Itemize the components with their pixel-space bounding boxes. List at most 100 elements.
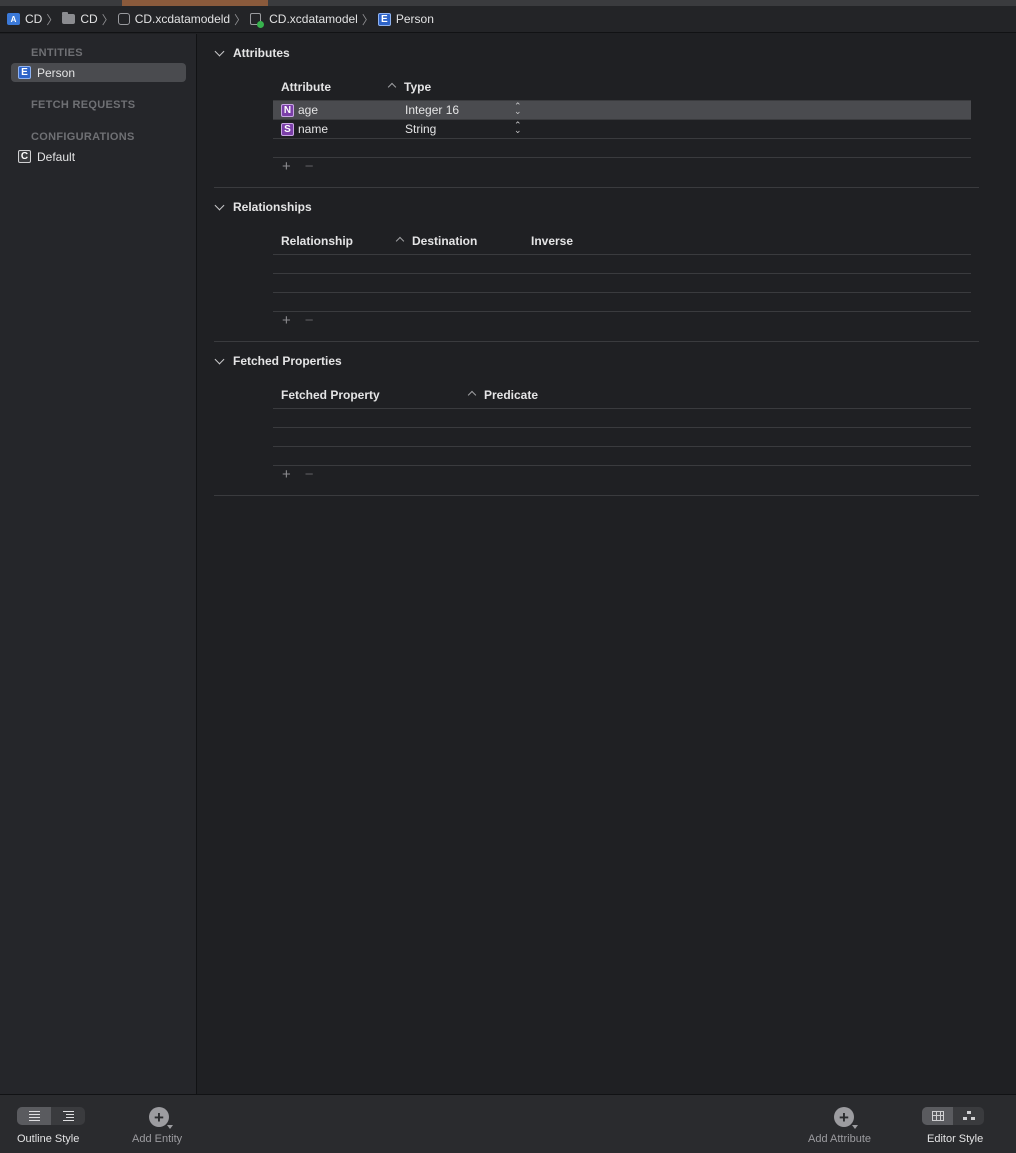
table-outline-style-button[interactable]: [17, 1107, 51, 1125]
breadcrumb-label: CD: [25, 12, 43, 26]
folder-icon: [62, 12, 76, 24]
attribute-type-popup[interactable]: String: [405, 122, 436, 136]
configurations-header: CONFIGURATIONS: [31, 131, 135, 143]
configuration-icon: C: [18, 150, 31, 163]
entity-editor: Attributes Attribute Type N age Integer …: [197, 34, 1016, 1094]
remove-fetched-property-button[interactable]: −: [305, 466, 314, 483]
plus-icon: +: [839, 1107, 849, 1127]
chevron-right-icon: 〉: [46, 12, 59, 27]
attributes-section-toggle[interactable]: Attributes: [214, 46, 290, 60]
fetch-requests-header: FETCH REQUESTS: [31, 99, 136, 111]
fetched-properties-section-toggle[interactable]: Fetched Properties: [214, 354, 342, 368]
chevron-down-icon: [214, 46, 225, 56]
plus-icon: +: [154, 1107, 164, 1127]
outline-style-segmented-control: [17, 1107, 85, 1125]
remove-attribute-button[interactable]: −: [305, 158, 314, 175]
add-fetched-property-button[interactable]: +: [282, 466, 291, 483]
relationships-table: Relationship Destination Inverse: [273, 226, 971, 312]
entity-icon: E: [18, 66, 31, 79]
attribute-type: Integer 16: [405, 103, 460, 117]
table-header: Relationship Destination Inverse: [273, 226, 971, 255]
string-type-icon: S: [281, 122, 294, 136]
sort-ascending-icon: [395, 236, 405, 246]
hierarchy-outline-style-button[interactable]: [51, 1107, 85, 1125]
sort-ascending-icon: [467, 390, 477, 400]
breadcrumb-label: CD.xcdatamodel: [269, 12, 358, 26]
number-type-icon: N: [281, 103, 294, 117]
column-header-predicate[interactable]: Predicate: [484, 388, 538, 402]
sidebar-item-person[interactable]: E Person: [11, 63, 186, 82]
list-icon: [28, 1111, 40, 1121]
popup-arrows-icon: ⌃ ⌄: [514, 120, 522, 135]
column-header-relationship[interactable]: Relationship: [281, 234, 353, 248]
attributes-table: Attribute Type N age Integer 16 ⌃ ⌄ S nam…: [273, 72, 971, 158]
table-row-empty: [273, 274, 971, 293]
fetched-properties-table: Fetched Property Predicate: [273, 380, 971, 466]
add-attribute-button[interactable]: +: [282, 158, 291, 175]
attribute-name: name: [298, 122, 329, 136]
column-header-type[interactable]: Type: [404, 80, 431, 94]
attribute-name-cell[interactable]: S name: [281, 122, 328, 136]
table-row[interactable]: S name String ⌃ ⌄: [273, 120, 971, 139]
hierarchy-list-icon: [62, 1111, 74, 1121]
remove-relationship-button[interactable]: −: [305, 312, 314, 329]
graph-editor-style-button[interactable]: [953, 1107, 984, 1125]
attribute-name-cell[interactable]: N age: [281, 103, 318, 117]
column-header-inverse[interactable]: Inverse: [531, 234, 573, 248]
add-entity-label: Add Entity: [132, 1133, 183, 1145]
table-row-empty: [273, 409, 971, 428]
entities-header: ENTITIES: [31, 47, 83, 59]
column-header-attribute[interactable]: Attribute: [281, 80, 331, 94]
column-header-destination[interactable]: Destination: [412, 234, 477, 248]
editor-style-label: Editor Style: [927, 1133, 984, 1145]
column-header-fetched-property[interactable]: Fetched Property: [281, 388, 380, 402]
editor-bottom-bar: Outline Style + Add Entity + Add Attribu…: [0, 1094, 1016, 1153]
sidebar-item-label: Default: [37, 149, 76, 164]
breadcrumb-label: Person: [395, 12, 434, 26]
chevron-down-icon: [214, 200, 225, 210]
chevron-right-icon: 〉: [361, 12, 374, 27]
section-divider: [214, 495, 979, 496]
graph-icon: [962, 1111, 975, 1121]
section-divider: [214, 341, 979, 342]
relationships-add-remove: + −: [282, 312, 314, 329]
table-row[interactable]: N age Integer 16 ⌃ ⌄: [273, 101, 971, 120]
attribute-name: age: [298, 103, 319, 117]
attribute-type-popup[interactable]: Integer 16: [405, 103, 459, 117]
outline-style-label: Outline Style: [17, 1133, 80, 1145]
relationships-section-toggle[interactable]: Relationships: [214, 200, 312, 214]
fetched-properties-add-remove: + −: [282, 466, 314, 483]
chevron-down-icon: [214, 354, 225, 364]
datamodel-icon: [250, 13, 265, 28]
section-title: Attributes: [233, 46, 290, 60]
table-editor-style-button[interactable]: [922, 1107, 953, 1125]
breadcrumb-item-datamodel[interactable]: CD.xcdatamodel: [250, 12, 358, 28]
attribute-type: String: [405, 122, 437, 136]
section-title: Fetched Properties: [233, 354, 342, 368]
sort-ascending-icon: [387, 82, 397, 92]
add-relationship-button[interactable]: +: [282, 312, 291, 329]
table-header: Fetched Property Predicate: [273, 380, 971, 409]
table-row-empty: [273, 428, 971, 447]
dropdown-caret-icon: [852, 1125, 858, 1129]
breadcrumb-item-folder[interactable]: CD: [62, 12, 98, 26]
breadcrumb-item-project[interactable]: A CD: [7, 12, 42, 26]
popup-arrows-icon: ⌃ ⌄: [514, 101, 522, 116]
sidebar-item-default[interactable]: C Default: [11, 147, 186, 166]
add-attribute-menu-button[interactable]: +: [834, 1107, 858, 1129]
datamodel-bundle-icon: [117, 13, 130, 25]
chevron-right-icon: 〉: [234, 12, 247, 27]
breadcrumb-item-entity[interactable]: E Person: [377, 12, 434, 26]
breadcrumb: A CD 〉 CD 〉 CD.xcdatamodeld 〉 CD.xcdatam…: [0, 6, 1016, 33]
breadcrumb-item-datamodel-bundle[interactable]: CD.xcdatamodeld: [117, 12, 231, 26]
table-grid-icon: [931, 1111, 944, 1121]
sidebar-item-label: Person: [37, 65, 76, 80]
editor-style-segmented-control: [922, 1107, 984, 1125]
entity-icon: E: [377, 12, 391, 26]
table-header: Attribute Type: [273, 72, 971, 101]
add-attribute-label: Add Attribute: [808, 1133, 871, 1145]
app-icon: A: [7, 13, 20, 25]
breadcrumb-label: CD.xcdatamodeld: [134, 12, 231, 26]
section-divider: [214, 187, 979, 188]
add-entity-button[interactable]: +: [149, 1107, 173, 1129]
